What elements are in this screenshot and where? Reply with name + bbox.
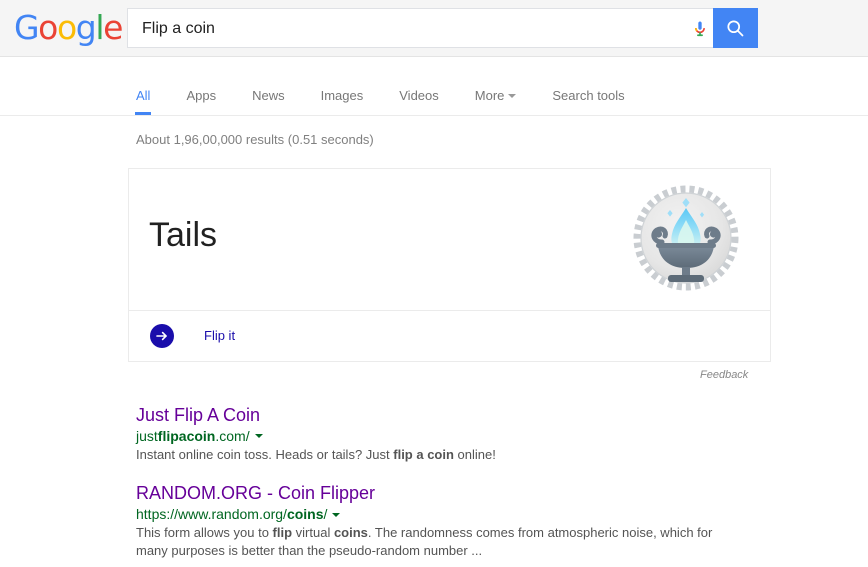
result-url: https://www.random.org/coins/ <box>136 505 756 523</box>
result-url-suffix: .com/ <box>215 428 250 444</box>
chevron-down-icon <box>508 93 517 98</box>
result-title-link[interactable]: RANDOM.ORG - Coin Flipper <box>136 482 375 504</box>
result-url-highlight: coins <box>286 506 324 523</box>
snippet-bold-1: flip a coin <box>393 447 454 462</box>
search-box[interactable] <box>127 8 713 49</box>
result-stats: About 1,96,00,000 results (0.51 seconds) <box>136 132 374 147</box>
tab-news-label: News <box>252 88 285 103</box>
result-url-suffix: / <box>323 506 328 523</box>
logo-letter-l: l <box>95 8 104 47</box>
logo-letter-o1: o <box>38 8 58 47</box>
search-result-item: RANDOM.ORG - Coin Flipper https://www.ra… <box>136 482 756 560</box>
tab-images-label: Images <box>320 88 364 103</box>
flip-it-label: Flip it <box>204 328 236 343</box>
coin-flip-card-body: Tails <box>129 169 770 311</box>
organic-results: Just Flip A Coin justflipacoin.com/ Inst… <box>136 404 756 567</box>
tab-videos-label: Videos <box>399 88 439 103</box>
coin-flip-card: Tails Flip it <box>128 168 771 362</box>
result-snippet: Instant online coin toss. Heads or tails… <box>136 446 736 464</box>
logo-letter-g1: G <box>14 8 40 47</box>
snippet-text-2: online! <box>453 447 496 462</box>
search-nav-bar: All Apps News Images Videos More Search … <box>0 57 868 116</box>
logo-letter-o2: o <box>56 8 77 47</box>
feedback-link[interactable]: Feedback <box>700 368 748 382</box>
tab-apps[interactable]: Apps <box>186 88 216 115</box>
snippet-text-1: This form allows you to <box>136 525 273 541</box>
tab-more[interactable]: More <box>475 88 517 115</box>
flip-it-button[interactable]: Flip it <box>150 324 235 348</box>
snippet-bold-1: flip <box>272 525 293 541</box>
nav-tabs: All Apps News Images Videos More Search … <box>134 57 625 115</box>
snippet-text-1: Instant online coin toss. Heads or tails… <box>136 447 394 462</box>
tab-news[interactable]: News <box>252 88 285 115</box>
tab-all[interactable]: All <box>134 88 152 115</box>
snippet-text-2: virtual <box>292 525 334 541</box>
coin-flip-result: Tails <box>149 216 218 254</box>
result-url-highlight: flipacoin <box>157 428 216 444</box>
logo-letter-e: e <box>103 8 123 47</box>
coin-tails-brazier-icon <box>632 184 740 292</box>
result-url: justflipacoin.com/ <box>136 427 756 445</box>
result-title-link[interactable]: Just Flip A Coin <box>136 404 260 426</box>
tab-search-tools[interactable]: Search tools <box>552 88 624 115</box>
search-input[interactable] <box>140 9 684 49</box>
voice-search-button[interactable] <box>686 8 713 48</box>
tab-videos[interactable]: Videos <box>399 88 439 115</box>
tab-all-label: All <box>136 88 151 103</box>
result-url-prefix: https://www.random.org/ <box>136 506 287 523</box>
result-menu-caret-icon[interactable] <box>332 512 341 517</box>
coin-flip-card-footer: Flip it <box>129 311 770 362</box>
tab-images[interactable]: Images <box>321 88 364 115</box>
tab-search-tools-label: Search tools <box>552 88 625 103</box>
search-submit-button[interactable] <box>713 8 758 48</box>
google-logo[interactable]: Google <box>14 8 123 47</box>
logo-letter-g2: g <box>75 8 97 47</box>
result-menu-caret-icon[interactable] <box>254 434 263 439</box>
snippet-bold-2: coins <box>333 525 368 541</box>
tab-apps-label: Apps <box>186 88 217 103</box>
search-result-item: Just Flip A Coin justflipacoin.com/ Inst… <box>136 404 756 464</box>
page-header: Google <box>0 0 868 57</box>
result-snippet: This form allows you to flip virtual coi… <box>136 524 736 560</box>
result-url-prefix: just <box>136 428 158 444</box>
arrow-right-circle-icon <box>150 324 174 348</box>
tab-more-label: More <box>474 88 505 103</box>
